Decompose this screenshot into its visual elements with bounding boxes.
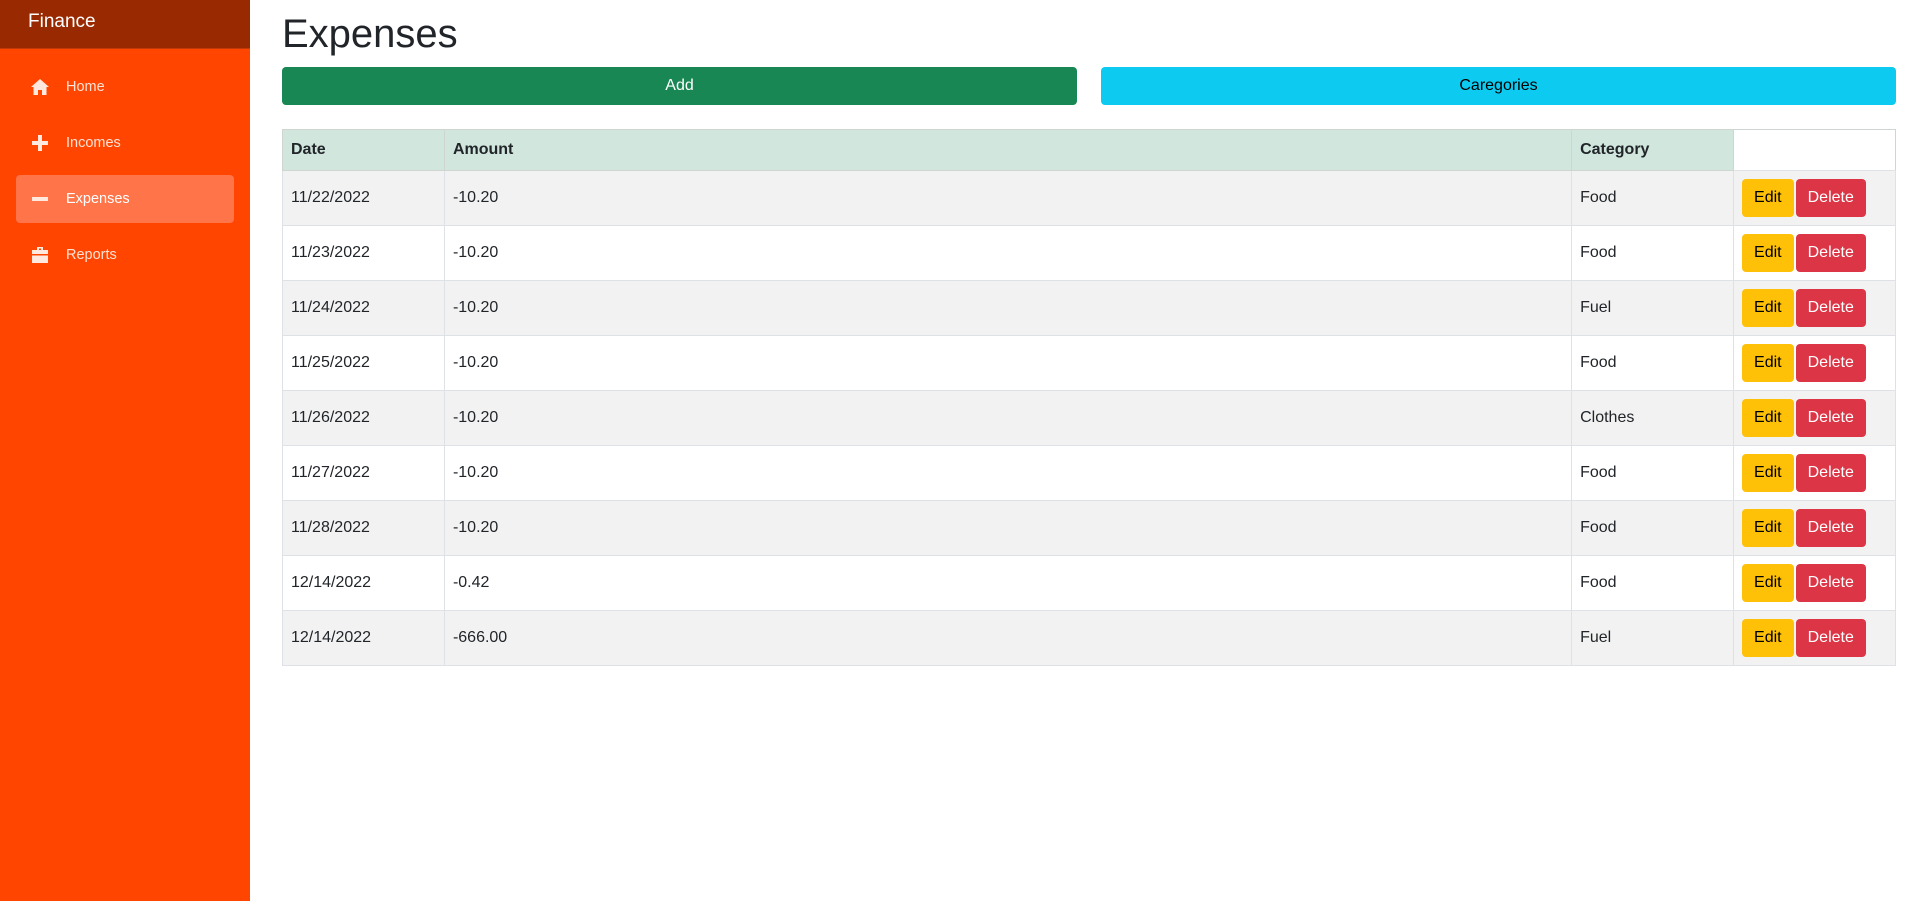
sidebar-item-label: Expenses: [66, 191, 130, 207]
delete-button[interactable]: Delete: [1795, 399, 1866, 437]
cell-amount: -10.20: [443, 170, 1573, 226]
minus-icon: [30, 189, 50, 209]
edit-button[interactable]: Edit: [1742, 234, 1794, 272]
cell-category: Clothes: [1571, 390, 1735, 446]
delete-button[interactable]: Delete: [1795, 289, 1866, 327]
sidebar: Finance Home Incomes Expenses Reports: [0, 0, 250, 901]
cell-category: Fuel: [1571, 610, 1735, 666]
header-category: Category: [1571, 129, 1735, 171]
table-row: 11/27/2022 -10.20 Food Edit Delete: [282, 445, 1896, 501]
cell-actions: Edit Delete: [1733, 445, 1896, 501]
table-body: 11/22/2022 -10.20 Food Edit Delete 11/23/2022…: [282, 170, 1896, 666]
cell-amount: -0.42: [443, 555, 1573, 611]
sidebar-item-reports[interactable]: Reports: [16, 231, 234, 279]
cell-amount: -10.20: [443, 445, 1573, 501]
edit-button[interactable]: Edit: [1742, 289, 1794, 327]
main-content: Expenses Add Caregories Date Amount Cate…: [282, 0, 1896, 666]
cell-actions: Edit Delete: [1733, 170, 1896, 226]
edit-button[interactable]: Edit: [1742, 509, 1794, 547]
cell-category: Food: [1571, 335, 1735, 391]
brand-title[interactable]: Finance: [0, 0, 250, 49]
edit-button[interactable]: Edit: [1742, 619, 1794, 657]
cell-actions: Edit Delete: [1733, 280, 1896, 336]
cell-date: 12/14/2022: [282, 610, 445, 666]
cell-date: 11/25/2022: [282, 335, 445, 391]
table-row: 11/24/2022 -10.20 Fuel Edit Delete: [282, 280, 1896, 336]
table-header-row: Date Amount Category: [282, 129, 1896, 171]
cell-amount: -666.00: [443, 610, 1573, 666]
cell-amount: -10.20: [443, 500, 1573, 556]
cell-amount: -10.20: [443, 225, 1573, 281]
header-date: Date: [282, 129, 445, 171]
cell-date: 12/14/2022: [282, 555, 445, 611]
sidebar-item-expenses[interactable]: Expenses: [16, 175, 234, 223]
cell-actions: Edit Delete: [1733, 225, 1896, 281]
cell-category: Food: [1571, 555, 1735, 611]
cell-date: 11/26/2022: [282, 390, 445, 446]
plus-icon: [30, 133, 50, 153]
cell-date: 11/24/2022: [282, 280, 445, 336]
sidebar-nav: Home Incomes Expenses Reports: [0, 49, 250, 279]
table-row: 11/25/2022 -10.20 Food Edit Delete: [282, 335, 1896, 391]
cell-date: 11/27/2022: [282, 445, 445, 501]
edit-button[interactable]: Edit: [1742, 399, 1794, 437]
page-title: Expenses: [282, 12, 458, 56]
sidebar-item-label: Incomes: [66, 135, 121, 151]
cell-category: Food: [1571, 500, 1735, 556]
cell-amount: -10.20: [443, 390, 1573, 446]
cell-actions: Edit Delete: [1733, 555, 1896, 611]
home-icon: [30, 77, 50, 97]
sidebar-item-incomes[interactable]: Incomes: [16, 119, 234, 167]
sidebar-item-label: Reports: [66, 247, 117, 263]
delete-button[interactable]: Delete: [1795, 564, 1866, 602]
delete-button[interactable]: Delete: [1795, 509, 1866, 547]
delete-button[interactable]: Delete: [1795, 234, 1866, 272]
sidebar-item-label: Home: [66, 79, 105, 95]
cell-actions: Edit Delete: [1733, 390, 1896, 446]
add-button[interactable]: Add: [282, 67, 1077, 105]
delete-button[interactable]: Delete: [1795, 344, 1866, 382]
sidebar-item-home[interactable]: Home: [16, 63, 234, 111]
cell-amount: -10.20: [443, 280, 1573, 336]
cell-category: Food: [1571, 170, 1735, 226]
edit-button[interactable]: Edit: [1742, 564, 1794, 602]
edit-button[interactable]: Edit: [1742, 454, 1794, 492]
cell-date: 11/23/2022: [282, 225, 445, 281]
table-row: 12/14/2022 -666.00 Fuel Edit Delete: [282, 610, 1896, 666]
delete-button[interactable]: Delete: [1795, 179, 1866, 217]
table-row: 11/28/2022 -10.20 Food Edit Delete: [282, 500, 1896, 556]
cell-category: Fuel: [1571, 280, 1735, 336]
delete-button[interactable]: Delete: [1795, 454, 1866, 492]
table-row: 11/22/2022 -10.20 Food Edit Delete: [282, 170, 1896, 226]
cell-amount: -10.20: [443, 335, 1573, 391]
header-amount: Amount: [443, 129, 1573, 171]
cell-actions: Edit Delete: [1733, 500, 1896, 556]
delete-button[interactable]: Delete: [1795, 619, 1866, 657]
table-row: 11/23/2022 -10.20 Food Edit Delete: [282, 225, 1896, 281]
briefcase-icon: [30, 245, 50, 265]
table-row: 11/26/2022 -10.20 Clothes Edit Delete: [282, 390, 1896, 446]
header-actions: [1733, 129, 1896, 171]
cell-actions: Edit Delete: [1733, 610, 1896, 666]
categories-button[interactable]: Caregories: [1101, 67, 1896, 105]
edit-button[interactable]: Edit: [1742, 179, 1794, 217]
edit-button[interactable]: Edit: [1742, 344, 1794, 382]
table-row: 12/14/2022 -0.42 Food Edit Delete: [282, 555, 1896, 611]
cell-category: Food: [1571, 225, 1735, 281]
cell-date: 11/28/2022: [282, 500, 445, 556]
cell-date: 11/22/2022: [282, 170, 445, 226]
cell-actions: Edit Delete: [1733, 335, 1896, 391]
toolbar: Add Caregories: [282, 67, 1896, 105]
expenses-table: Date Amount Category 11/22/2022 -10.20 Foo…: [282, 129, 1896, 666]
cell-category: Food: [1571, 445, 1735, 501]
